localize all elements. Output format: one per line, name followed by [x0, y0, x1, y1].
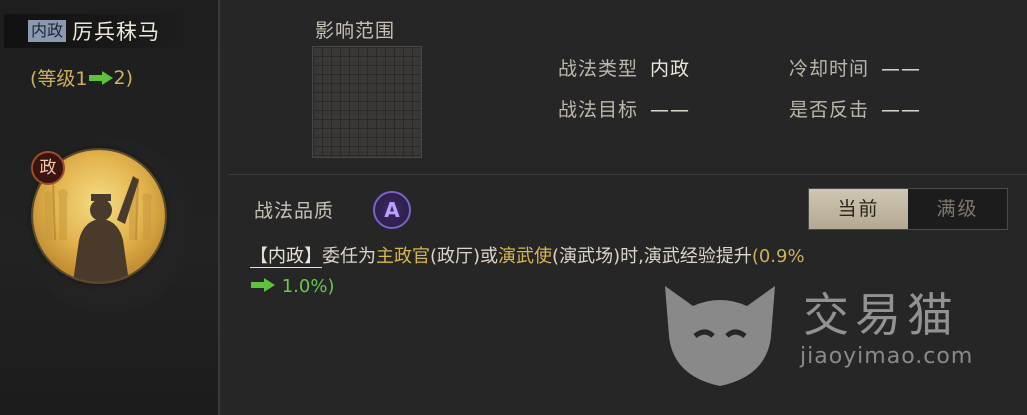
section-divider — [228, 174, 1027, 175]
description-highlight-1: 主政官 — [376, 246, 430, 267]
tab-current[interactable]: 当前 — [809, 189, 908, 229]
tab-max-level[interactable]: 满级 — [908, 189, 1007, 229]
quality-label: 战法品质 — [254, 200, 335, 222]
level-tab-group: 当前 满级 — [808, 188, 1008, 230]
skill-type-tag: 内政 — [28, 20, 67, 42]
level-from: (等级1 — [30, 68, 88, 90]
arrow-right-icon — [251, 278, 275, 292]
skill-type-value: 内政 — [650, 58, 691, 80]
skill-type-row: 战法类型 内政 — [558, 54, 690, 81]
skill-target-value: —— — [650, 99, 691, 121]
range-grid — [312, 46, 422, 158]
cooldown-row: 冷却时间 —— — [789, 54, 921, 81]
quality-a-icon: A — [373, 191, 411, 229]
skill-name-plate: 内政 厉兵秣马 — [4, 14, 194, 48]
watermark-url: jiaoyimao.com — [800, 344, 974, 369]
level-upgrade: (等级1 2) — [30, 64, 133, 91]
skill-type-label: 战法类型 — [558, 58, 639, 80]
watermark-text: 交易猫 — [803, 288, 959, 342]
description-tag: 【内政】 — [250, 246, 322, 268]
cooldown-label: 冷却时间 — [789, 58, 870, 80]
level-to: 2) — [113, 66, 134, 89]
arrow-right-icon — [88, 70, 113, 85]
politics-badge-icon: 政 — [31, 151, 65, 185]
description-text-1: 委任为 — [322, 246, 376, 267]
range-label: 影响范围 — [315, 20, 396, 42]
skill-target-label: 战法目标 — [558, 99, 639, 121]
skill-summary-panel: 内政 厉兵秣马 (等级1 2) 政 — [0, 0, 220, 415]
description-text-2: (政厅)或 — [430, 246, 499, 267]
skill-target-row: 战法目标 —— — [558, 95, 690, 122]
cooldown-value: —— — [881, 58, 922, 80]
counterattack-row: 是否反击 —— — [789, 95, 921, 122]
description-new-value: 1.0%) — [281, 276, 335, 297]
watermark-cat-logo — [665, 286, 775, 386]
counterattack-label: 是否反击 — [789, 99, 870, 121]
description-text-3: (演武场)时,演武经验提升 — [552, 246, 752, 267]
counterattack-value: —— — [881, 99, 922, 121]
skill-name: 厉兵秣马 — [72, 20, 161, 44]
description-highlight-2: 演武使 — [498, 246, 553, 267]
description-old-value: (0.9% — [751, 246, 805, 267]
